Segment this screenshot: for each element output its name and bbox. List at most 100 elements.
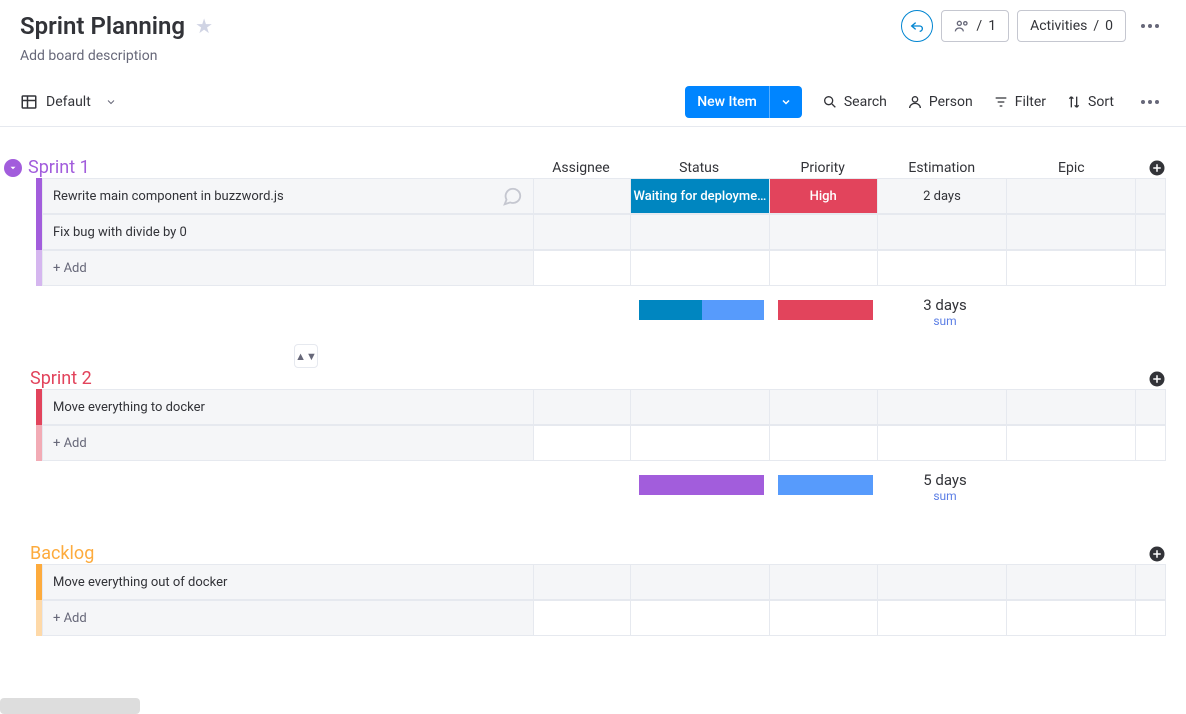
cell-assignee[interactable]	[534, 178, 631, 214]
drag-handle[interactable]: ▲▼	[294, 344, 318, 368]
item-name[interactable]: Move everything to docker	[42, 389, 534, 425]
group-collapse-toggle[interactable]	[4, 159, 22, 177]
row-end	[1136, 250, 1166, 286]
cell-empty	[631, 250, 769, 286]
search-label: Search	[844, 94, 887, 110]
table-row[interactable]: Rewrite main component in buzzword.js Wai…	[36, 178, 1166, 214]
integrate-button[interactable]	[901, 10, 933, 42]
cell-estimation[interactable]	[878, 214, 1007, 250]
summary-priority	[771, 467, 880, 503]
board-menu-button[interactable]	[1134, 10, 1166, 42]
plus-circle-icon	[1148, 159, 1166, 177]
activities-count: 0	[1105, 18, 1113, 34]
cell-estimation[interactable]: 2 days	[878, 178, 1007, 214]
toolbar-menu-button[interactable]	[1134, 86, 1166, 118]
row-end	[1136, 389, 1166, 425]
plus-circle-icon	[1148, 370, 1166, 388]
chat-icon[interactable]	[501, 185, 523, 207]
item-name[interactable]: Move everything out of docker	[42, 564, 534, 600]
cell-empty	[770, 425, 878, 461]
summary-estimation: 5 dayssum	[880, 467, 1010, 503]
table-row[interactable]: Move everything to docker	[36, 389, 1166, 425]
activities-divider: /	[1093, 18, 1099, 34]
group-add-column[interactable]	[1136, 370, 1166, 388]
plus-circle-icon	[1148, 545, 1166, 563]
filter-button[interactable]: Filter	[993, 94, 1046, 110]
group-add-column[interactable]	[1136, 159, 1166, 177]
row-end	[1136, 178, 1166, 214]
row-end	[1136, 214, 1166, 250]
people-button[interactable]: / 1	[941, 10, 1009, 42]
item-name[interactable]: Fix bug with divide by 0	[42, 214, 534, 250]
item-name[interactable]: Rewrite main component in buzzword.js	[42, 178, 534, 214]
chevron-down-icon	[780, 96, 792, 108]
filter-label: Filter	[1015, 94, 1046, 110]
cell-epic[interactable]	[1007, 389, 1136, 425]
column-header-estimation[interactable]: Estimation	[877, 160, 1007, 176]
cell-estimation[interactable]	[878, 389, 1007, 425]
cell-epic[interactable]	[1007, 178, 1136, 214]
sort-button[interactable]: Sort	[1066, 94, 1114, 110]
cell-epic[interactable]	[1007, 564, 1136, 600]
table-row[interactable]: Move everything out of docker	[36, 564, 1166, 600]
column-header-epic[interactable]: Epic	[1007, 160, 1137, 176]
row-end	[1136, 425, 1166, 461]
person-filter-button[interactable]: Person	[907, 94, 973, 110]
view-selector[interactable]: Default	[20, 93, 117, 111]
new-item-button[interactable]: New Item	[685, 86, 769, 118]
summary-status	[632, 467, 771, 503]
cell-status[interactable]	[631, 389, 769, 425]
group-name[interactable]: Sprint 1	[28, 157, 90, 178]
person-icon	[907, 94, 923, 110]
summary-estimation: 3 dayssum	[880, 292, 1010, 328]
view-name: Default	[46, 94, 91, 110]
dots-icon	[1141, 100, 1159, 104]
cell-empty	[770, 600, 878, 636]
row-end	[1136, 564, 1166, 600]
cell-priority[interactable]	[770, 214, 878, 250]
summary-priority	[771, 292, 880, 328]
add-item-button[interactable]: + Add	[42, 250, 534, 286]
cell-status[interactable]: Waiting for deployme…	[631, 178, 769, 214]
row-end	[1136, 600, 1166, 636]
cell-status[interactable]	[631, 214, 769, 250]
summary-status	[632, 292, 771, 328]
new-item-dropdown[interactable]	[769, 86, 802, 118]
search-button[interactable]: Search	[822, 94, 887, 110]
cell-estimation[interactable]	[878, 564, 1007, 600]
cell-empty	[770, 250, 878, 286]
cell-empty	[631, 425, 769, 461]
group-add-column[interactable]	[1136, 545, 1166, 563]
cell-assignee[interactable]	[534, 214, 631, 250]
cell-empty	[878, 250, 1007, 286]
dots-icon	[1141, 24, 1159, 28]
table-row[interactable]: Fix bug with divide by 0	[36, 214, 1166, 250]
people-count: 1	[988, 18, 996, 34]
group-name[interactable]: Backlog	[30, 543, 94, 564]
cell-assignee[interactable]	[534, 389, 631, 425]
cell-empty	[1007, 250, 1136, 286]
cell-priority[interactable]	[770, 564, 878, 600]
cell-epic[interactable]	[1007, 214, 1136, 250]
group-name[interactable]: Sprint 2	[30, 368, 92, 389]
filter-icon	[993, 94, 1009, 110]
cell-status[interactable]	[631, 564, 769, 600]
cell-priority[interactable]	[770, 389, 878, 425]
cell-assignee[interactable]	[534, 564, 631, 600]
add-item-button[interactable]: + Add	[42, 425, 534, 461]
column-header-status[interactable]: Status	[630, 160, 769, 176]
star-icon[interactable]: ★	[195, 14, 213, 38]
board-title[interactable]: Sprint Planning	[20, 12, 185, 40]
cell-empty	[878, 425, 1007, 461]
cell-empty	[534, 600, 631, 636]
activities-button[interactable]: Activities / 0	[1017, 10, 1126, 42]
cell-empty	[534, 250, 631, 286]
add-item-button[interactable]: + Add	[42, 600, 534, 636]
board-description[interactable]: Add board description	[20, 48, 1166, 64]
column-header-assignee[interactable]: Assignee	[532, 160, 630, 176]
column-header-priority[interactable]: Priority	[768, 160, 877, 176]
table-icon	[20, 93, 38, 111]
people-divider: /	[976, 18, 982, 34]
cell-priority[interactable]: High	[770, 178, 878, 214]
scrollbar[interactable]	[0, 698, 140, 714]
